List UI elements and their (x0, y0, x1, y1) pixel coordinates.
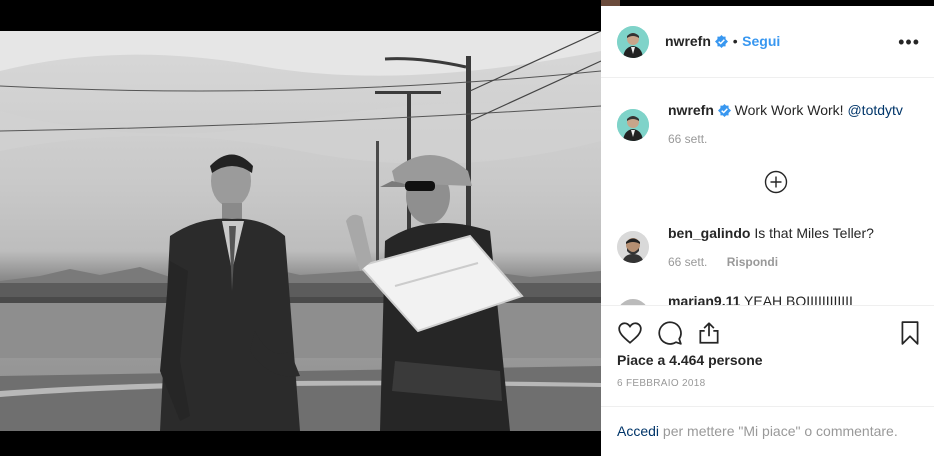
login-bar: Accedi per mettere "Mi piace" o commenta… (601, 406, 934, 456)
author-avatar[interactable] (617, 26, 649, 58)
likes-count[interactable]: Piace a 4.464 persone (617, 352, 763, 368)
post-panel: nwrefn • Segui ••• nwrefn Work Work Work… (601, 6, 934, 456)
comment-username[interactable]: ben_galindo (668, 225, 750, 241)
header-meta: nwrefn • Segui (665, 33, 780, 51)
caption: nwrefn Work Work Work! @totdytv (668, 101, 903, 119)
comment-username[interactable]: marian9.11 (668, 293, 740, 305)
login-link[interactable]: Accedi (617, 423, 659, 439)
follow-button[interactable]: Segui (742, 33, 780, 49)
comment: ben_galindo Is that Miles Teller? (668, 224, 874, 242)
separator-dot: • (732, 33, 738, 49)
login-prompt: Accedi per mettere "Mi piace" o commenta… (617, 423, 898, 439)
comment-meta: 66 sett. Rispondi (668, 255, 778, 269)
comment-text: YEAH BOIIIIIIIIIIII (744, 293, 853, 305)
post-actions: Piace a 4.464 persone 6 FEBBRAIO 2018 (601, 305, 934, 415)
comment-avatar[interactable] (617, 231, 649, 263)
caption-time[interactable]: 66 sett. (668, 132, 707, 146)
reply-button[interactable]: Rispondi (727, 255, 778, 269)
caption-mention[interactable]: @totdytv (847, 102, 902, 118)
more-icon[interactable]: ••• (898, 32, 920, 53)
login-rest: per mettere "Mi piace" o commentare. (662, 423, 898, 439)
share-icon[interactable] (696, 320, 722, 346)
caption-username[interactable]: nwrefn (668, 102, 714, 118)
post-header: nwrefn • Segui ••• (601, 6, 934, 78)
bookmark-icon[interactable] (897, 320, 923, 346)
comment-icon[interactable] (657, 320, 683, 346)
caption-text: Work Work Work! (734, 102, 844, 118)
verified-icon (715, 35, 729, 48)
comment: marian9.11 YEAH BOIIIIIIIIIIII (668, 292, 853, 305)
author-username[interactable]: nwrefn (665, 33, 711, 49)
photo-area (0, 0, 601, 456)
post-photo[interactable] (0, 31, 601, 431)
post-date[interactable]: 6 FEBBRAIO 2018 (617, 378, 705, 389)
photo-scene (0, 31, 601, 431)
add-circle-icon[interactable] (764, 170, 788, 194)
verified-icon (717, 104, 731, 117)
comment-text: Is that Miles Teller? (754, 225, 874, 241)
comments-list: nwrefn Work Work Work! @totdytv 66 sett.… (601, 79, 934, 305)
caption-avatar[interactable] (617, 109, 649, 141)
comment-time[interactable]: 66 sett. (668, 255, 707, 269)
heart-icon[interactable] (617, 320, 643, 346)
